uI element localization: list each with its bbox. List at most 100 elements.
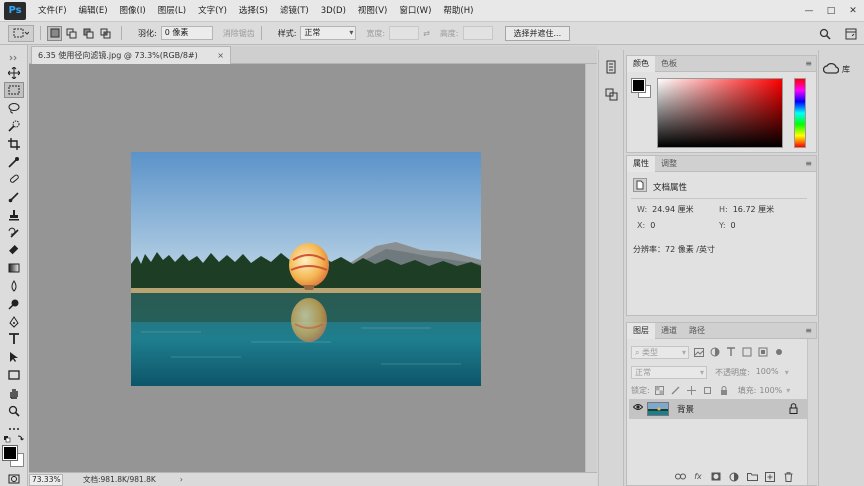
tool-move[interactable]	[4, 65, 24, 81]
tab-swatches[interactable]: 色板	[655, 56, 683, 72]
fill-dropdown-icon[interactable]: ▾	[786, 386, 790, 395]
tool-hand[interactable]	[4, 385, 24, 401]
close-document-button[interactable]: ×	[217, 47, 224, 64]
tab-paths[interactable]: 路径	[683, 323, 711, 339]
panel-menu-icon[interactable]: ≡	[805, 159, 812, 168]
intersect-selection-button[interactable]	[98, 26, 113, 41]
menu-edit[interactable]: 编辑(E)	[73, 0, 114, 22]
foreground-color-swatch[interactable]	[631, 78, 646, 93]
new-selection-button[interactable]	[47, 25, 62, 41]
tool-eraser[interactable]	[4, 242, 24, 258]
opacity-dropdown-icon[interactable]: ▾	[785, 368, 789, 377]
new-group-button[interactable]	[743, 470, 761, 483]
link-layers-button[interactable]	[671, 470, 689, 483]
tool-gradient[interactable]	[4, 260, 24, 276]
close-window-button[interactable]: ✕	[842, 0, 864, 22]
search-button[interactable]	[816, 25, 834, 43]
add-selection-button[interactable]	[64, 26, 79, 41]
tool-rect-marquee[interactable]	[4, 82, 24, 98]
add-mask-button[interactable]	[707, 470, 725, 483]
height-value[interactable]: 16.72 厘米	[733, 205, 774, 214]
menu-file[interactable]: 文件(F)	[32, 0, 73, 22]
tool-crop[interactable]	[4, 136, 24, 152]
delete-layer-button[interactable]	[779, 470, 797, 483]
tool-dodge[interactable]	[4, 296, 24, 312]
filter-pixel-button[interactable]	[693, 346, 705, 358]
tab-adjustments[interactable]: 调整	[655, 156, 683, 172]
tool-path-select[interactable]	[4, 349, 24, 365]
tool-pen[interactable]	[4, 314, 24, 330]
width-input[interactable]	[389, 26, 420, 40]
style-select[interactable]: 正常	[300, 26, 357, 40]
menu-image[interactable]: 图像(I)	[114, 0, 152, 22]
menu-help[interactable]: 帮助(H)	[437, 0, 479, 22]
lock-all-button[interactable]	[718, 384, 730, 396]
filter-shape-button[interactable]	[741, 346, 753, 358]
menu-type[interactable]: 文字(Y)	[192, 0, 233, 22]
filter-type-button[interactable]	[725, 346, 737, 358]
layer-visibility-toggle[interactable]	[632, 403, 644, 413]
tab-channels[interactable]: 通道	[655, 323, 683, 339]
x-value[interactable]: 0	[650, 221, 655, 230]
canvas-vertical-scrollbar[interactable]	[585, 64, 597, 472]
maximize-button[interactable]: □	[820, 0, 842, 22]
tool-blur[interactable]	[4, 278, 24, 294]
quick-mask-button[interactable]	[4, 471, 24, 486]
subtract-selection-button[interactable]	[81, 26, 96, 41]
fill-input[interactable]: 100%	[759, 386, 782, 395]
feather-input[interactable]: 0 像素	[160, 26, 213, 40]
tool-clone-stamp[interactable]	[4, 207, 24, 223]
new-layer-button[interactable]	[761, 470, 779, 483]
menu-filter[interactable]: 滤镜(T)	[274, 0, 315, 22]
tool-brush[interactable]	[4, 189, 24, 205]
menu-layer[interactable]: 图层(L)	[152, 0, 192, 22]
history-panel-button[interactable]	[603, 58, 621, 76]
properties-panel-button[interactable]	[603, 86, 621, 104]
canvas-area[interactable]	[29, 64, 585, 472]
default-colors-button[interactable]	[4, 434, 24, 444]
filter-smart-object-button[interactable]	[757, 346, 769, 358]
tool-healing-brush[interactable]	[4, 171, 24, 187]
menu-select[interactable]: 选择(S)	[233, 0, 274, 22]
tab-layers[interactable]: 图层	[627, 322, 655, 339]
tool-lasso[interactable]	[4, 100, 24, 116]
tool-history-brush[interactable]	[4, 225, 24, 241]
menu-window[interactable]: 窗口(W)	[393, 0, 437, 22]
new-adjustment-button[interactable]	[725, 470, 743, 483]
lock-transparent-button[interactable]	[654, 384, 666, 396]
filter-toggle[interactable]	[773, 346, 785, 358]
tab-color[interactable]: 颜色	[627, 55, 655, 72]
layers-scrollbar[interactable]	[807, 339, 817, 485]
layer-style-button[interactable]: fx	[689, 470, 707, 483]
tool-collapse-toggle[interactable]	[4, 50, 24, 66]
blend-mode-select[interactable]: 正常	[631, 365, 707, 379]
tool-type[interactable]	[4, 331, 24, 347]
libraries-panel-button[interactable]: 库	[823, 60, 850, 78]
opacity-input[interactable]: 100%	[753, 366, 781, 379]
tool-eyedropper[interactable]	[4, 154, 24, 170]
menu-view[interactable]: 视图(V)	[352, 0, 393, 22]
panel-menu-icon[interactable]: ≡	[805, 326, 812, 335]
menu-3d[interactable]: 3D(D)	[315, 0, 352, 22]
hue-slider[interactable]	[794, 78, 806, 148]
foreground-color-swatch[interactable]	[2, 445, 18, 461]
select-and-mask-button[interactable]: 选择并遮住...	[504, 25, 571, 41]
lock-position-button[interactable]	[686, 384, 698, 396]
tool-zoom[interactable]	[4, 403, 24, 419]
document-tab[interactable]: 6.35 使用径向滤镜.jpg @ 73.3%(RGB/8#) ×	[31, 46, 231, 64]
status-menu-button[interactable]: ›	[180, 475, 183, 484]
width-value[interactable]: 24.94 厘米	[652, 205, 693, 214]
lock-pixels-button[interactable]	[670, 384, 682, 396]
y-value[interactable]: 0	[731, 221, 736, 230]
layer-filter-select[interactable]: ⌕ 类型	[631, 345, 689, 359]
panel-menu-icon[interactable]: ≡	[805, 59, 812, 68]
layer-row-background[interactable]: 背景	[629, 399, 807, 419]
lock-artboard-button[interactable]	[702, 384, 714, 396]
minimize-button[interactable]: —	[798, 0, 820, 22]
tool-preset-picker[interactable]	[8, 24, 34, 42]
filter-adjustment-button[interactable]	[709, 346, 721, 358]
zoom-level-field[interactable]: 73.33%	[29, 473, 63, 486]
color-picker-field[interactable]	[657, 78, 783, 148]
tab-properties[interactable]: 属性	[627, 155, 655, 172]
workspace-button[interactable]	[842, 25, 860, 43]
